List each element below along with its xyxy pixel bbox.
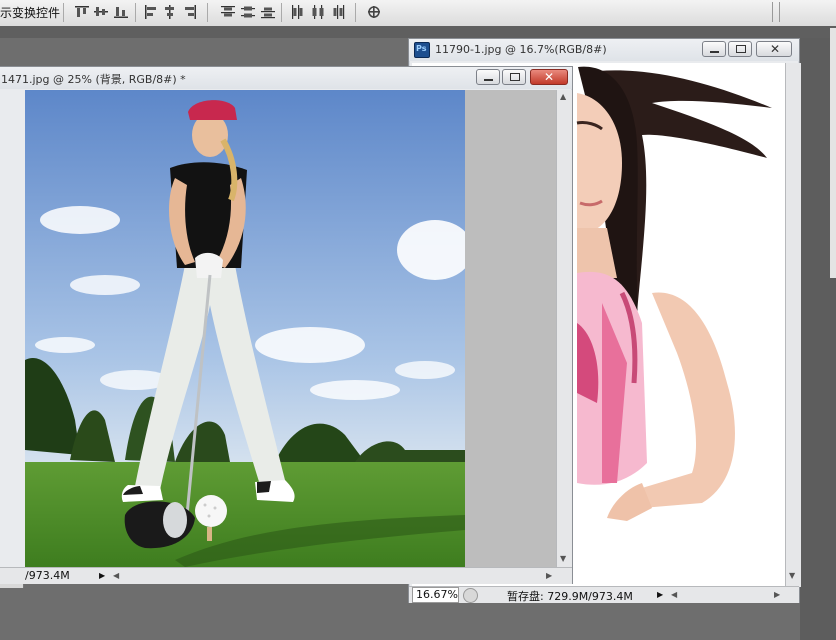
- maximize-icon: [736, 45, 746, 53]
- photoshop-icon-label: Ps: [416, 44, 427, 53]
- maximize-button[interactable]: [728, 41, 752, 57]
- toolbar-separator: [355, 3, 356, 22]
- panel-edge: [830, 28, 836, 278]
- align-top-icon[interactable]: [74, 4, 90, 20]
- align-hcenter-icon[interactable]: [162, 4, 178, 20]
- minimize-icon: [710, 51, 719, 53]
- title-bar[interactable]: Ps 11790-1.jpg @ 16.7%(RGB/8#) ✕: [409, 39, 799, 61]
- align-left-icon[interactable]: [143, 4, 159, 20]
- zoom-value: 16.67%: [416, 588, 458, 601]
- scroll-left-arrow-icon[interactable]: ◀: [113, 571, 119, 580]
- toolbar-separator: [207, 3, 208, 22]
- distribute-top-icon[interactable]: [220, 4, 236, 20]
- maximize-button[interactable]: [502, 69, 526, 85]
- scroll-down-arrow-icon[interactable]: ▼: [789, 571, 795, 580]
- scroll-down-arrow-icon[interactable]: ▼: [560, 554, 566, 563]
- title-bar[interactable]: 1471.jpg @ 25% (背景, RGB/8#) * ✕: [0, 67, 572, 89]
- align-vcenter-icon[interactable]: [93, 4, 109, 20]
- toolbar-grip[interactable]: [772, 2, 780, 22]
- scroll-right-arrow-icon[interactable]: ▶: [546, 571, 552, 580]
- status-menu-arrow-icon[interactable]: ▶: [99, 571, 105, 580]
- close-button[interactable]: ✕: [530, 69, 568, 85]
- status-bar: 16.67% 暂存盘: 729.9M/973.4M ▶ ◀ ▶: [409, 586, 799, 603]
- distribute-vcenter-icon[interactable]: [240, 4, 256, 20]
- window-title: 11790-1.jpg @ 16.7%(RGB/8#): [435, 43, 607, 56]
- status-icon[interactable]: [463, 588, 478, 603]
- toolbar-separator: [63, 3, 64, 22]
- window-title: 1471.jpg @ 25% (背景, RGB/8#) *: [1, 73, 186, 86]
- show-transform-controls-label[interactable]: 示变换控件: [0, 4, 60, 21]
- minimize-button[interactable]: [702, 41, 726, 57]
- minimize-button[interactable]: [476, 69, 500, 85]
- auto-align-icon[interactable]: [366, 4, 382, 20]
- align-bottom-icon[interactable]: [113, 4, 129, 20]
- scroll-left-arrow-icon[interactable]: ◀: [671, 590, 677, 599]
- close-icon: ✕: [770, 42, 781, 56]
- vertical-scrollbar[interactable]: ▲ ▼: [556, 90, 572, 567]
- distribute-hcenter-icon[interactable]: [310, 4, 326, 20]
- align-right-icon[interactable]: [182, 4, 198, 20]
- distribute-right-icon[interactable]: [330, 4, 346, 20]
- scratch-disk-status: 暂存盘: 729.9M/973.4M: [507, 590, 633, 603]
- toolbar-separator: [281, 3, 282, 22]
- options-bar: 示变换控件: [0, 0, 836, 27]
- zoom-field[interactable]: 16.67%: [412, 587, 459, 603]
- close-button[interactable]: ✕: [756, 41, 792, 57]
- scroll-up-arrow-icon[interactable]: ▲: [560, 92, 566, 101]
- minimize-icon: [484, 79, 493, 81]
- scroll-right-arrow-icon[interactable]: ▶: [774, 590, 780, 599]
- photoshop-icon: Ps: [414, 42, 430, 58]
- maximize-icon: [510, 73, 520, 81]
- scratch-disk-status: /973.4M: [25, 569, 70, 582]
- status-menu-arrow-icon[interactable]: ▶: [657, 590, 663, 599]
- image-canvas-golfer[interactable]: [25, 90, 465, 567]
- document-window-left[interactable]: 1471.jpg @ 25% (背景, RGB/8#) * ✕ ▲ ▼ /973…: [0, 66, 573, 584]
- distribute-bottom-icon[interactable]: [260, 4, 276, 20]
- workspace-strip: [0, 26, 836, 38]
- distribute-left-icon[interactable]: [290, 4, 306, 20]
- vertical-scrollbar[interactable]: ▼: [785, 63, 801, 587]
- status-bar: /973.4M ▶ ◀ ▶: [0, 567, 572, 584]
- close-icon: ✕: [544, 70, 555, 84]
- toolbar-separator: [135, 3, 136, 22]
